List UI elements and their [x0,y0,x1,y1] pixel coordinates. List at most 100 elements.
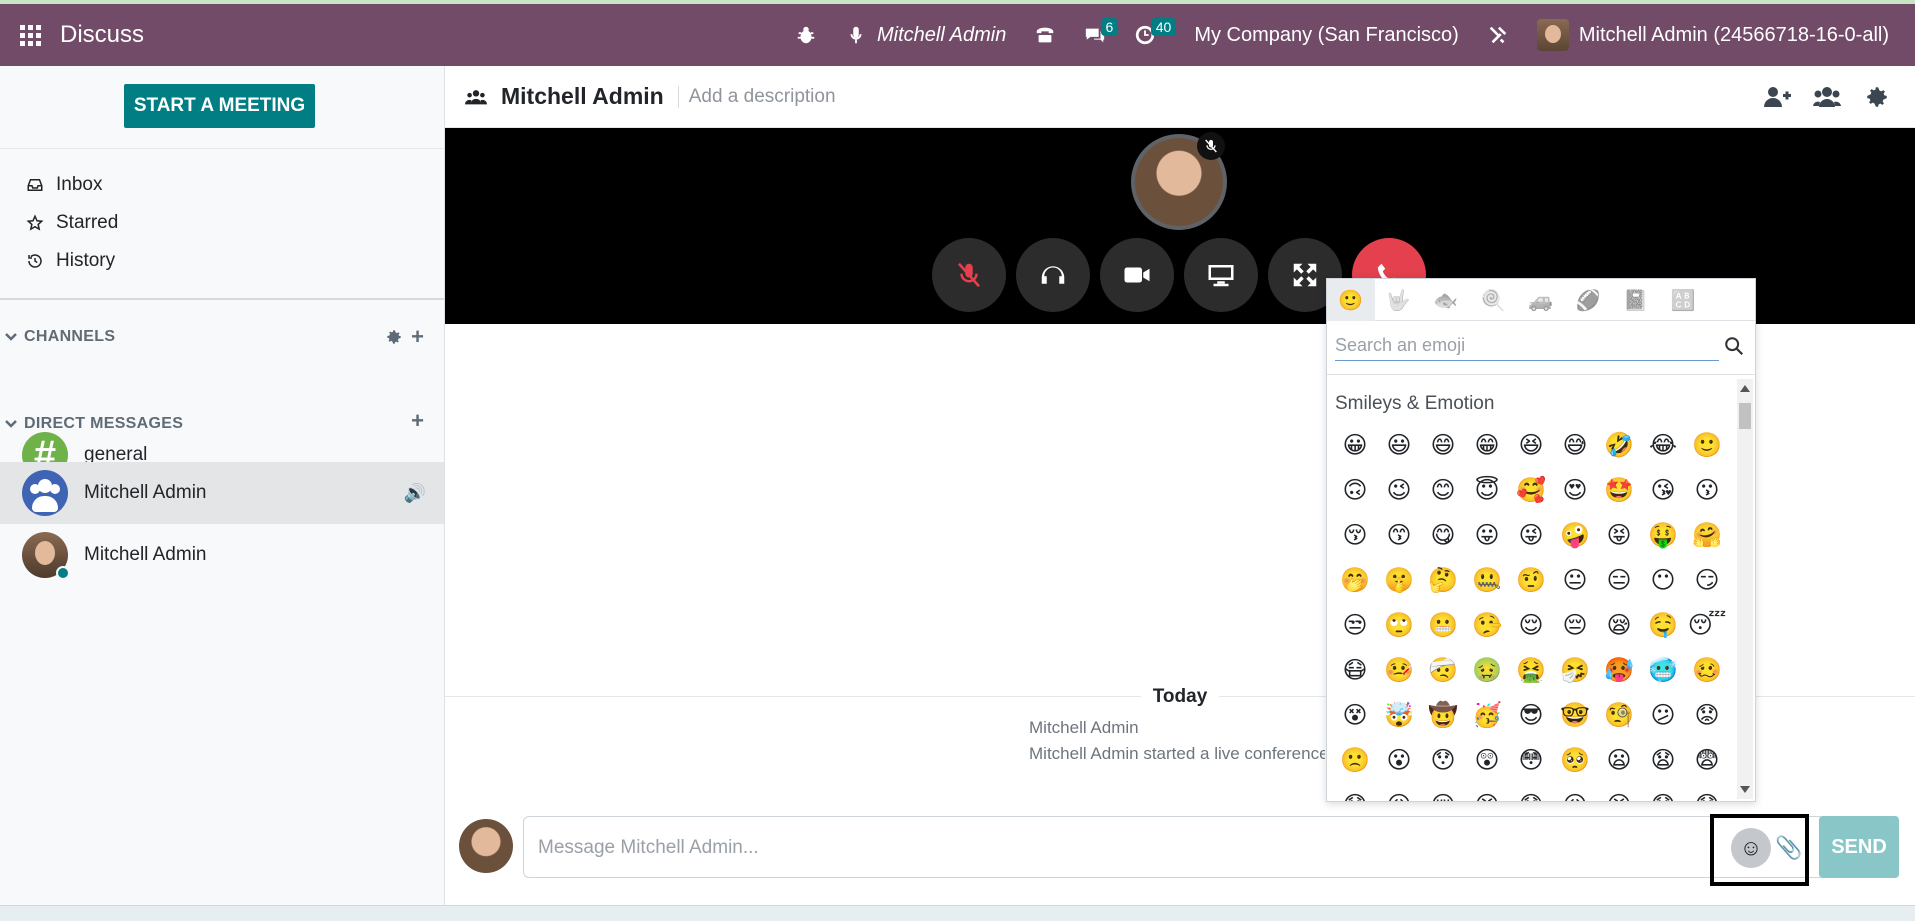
direct-messages-category[interactable]: DIRECT MESSAGES [4,415,183,433]
emoji-item[interactable]: 🥺 [1553,738,1597,782]
emoji-item[interactable]: 😢 [1421,783,1465,801]
emoji-item[interactable]: 😍 [1553,468,1597,512]
emoji-item[interactable]: 🤮 [1509,648,1553,692]
emoji-item[interactable]: 😓 [1685,783,1729,801]
emoji-item[interactable]: 🤒 [1377,648,1421,692]
emoji-item[interactable]: 😛 [1465,513,1509,557]
emoji-item[interactable]: 😆 [1509,423,1553,467]
emoji-item[interactable]: 😜 [1509,513,1553,557]
emoji-button[interactable]: ☺ [1731,828,1771,868]
add-channel-icon[interactable]: + [411,324,424,350]
emoji-item[interactable]: 😯 [1421,738,1465,782]
emoji-item[interactable]: 🤑 [1641,513,1685,557]
send-button[interactable]: SEND [1819,816,1899,878]
emoji-item[interactable]: 🤕 [1421,648,1465,692]
message-input[interactable] [538,833,1438,863]
emoji-item[interactable]: 😲 [1465,738,1509,782]
emoji-item[interactable]: 🙁 [1333,738,1377,782]
deafen-button[interactable] [1016,238,1090,312]
emoji-item[interactable]: 🤭 [1333,558,1377,602]
emoji-item[interactable]: 😣 [1597,783,1641,801]
emoji-item[interactable]: 🥳 [1465,693,1509,737]
phone-icon[interactable] [1020,4,1070,66]
settings-icon[interactable] [1863,84,1891,110]
emoji-item[interactable]: 😧 [1641,738,1685,782]
emoji-item[interactable]: 🙃 [1333,468,1377,512]
emoji-item[interactable]: 😕 [1641,693,1685,737]
emoji-item[interactable]: 😱 [1509,783,1553,801]
emoji-item[interactable]: 😞 [1641,783,1685,801]
emoji-item[interactable]: 🤗 [1685,513,1729,557]
emoji-item[interactable]: 😳 [1509,738,1553,782]
start-meeting-button[interactable]: START A MEETING [124,84,315,128]
emoji-item[interactable]: 🙂 [1685,423,1729,467]
emoji-item[interactable]: 😰 [1333,783,1377,801]
emoji-item[interactable]: 🤨 [1509,558,1553,602]
emoji-item[interactable]: 🤔 [1421,558,1465,602]
camera-button[interactable] [1100,238,1174,312]
emoji-item[interactable]: 😊 [1421,468,1465,512]
emoji-category-tab[interactable]: 📓 [1612,279,1660,321]
emoji-item[interactable]: 🙄 [1377,603,1421,647]
emoji-category-tab[interactable]: 🏈 [1565,279,1613,321]
emoji-item[interactable]: 🤪 [1553,513,1597,557]
emoji-item[interactable]: 🤠 [1421,693,1465,737]
emoji-item[interactable]: 😄 [1421,423,1465,467]
add-user-icon[interactable] [1763,84,1791,110]
gear-icon[interactable] [385,328,403,346]
emoji-category-tab[interactable]: 🙂 [1327,279,1375,321]
emoji-item[interactable]: 😮 [1377,738,1421,782]
mute-button[interactable] [932,238,1006,312]
emoji-item[interactable]: 😔 [1553,603,1597,647]
voice-call-indicator[interactable]: Mitchell Admin [831,4,1020,66]
emoji-item[interactable]: 😶 [1641,558,1685,602]
app-title[interactable]: Discuss [60,21,144,49]
emoji-item[interactable]: 😭 [1465,783,1509,801]
thread-name[interactable]: Mitchell Admin [501,83,664,110]
emoji-item[interactable]: 😗 [1685,468,1729,512]
scroll-thumb[interactable] [1739,403,1751,429]
emoji-item[interactable]: 🥵 [1597,648,1641,692]
emoji-item[interactable]: 🥶 [1641,648,1685,692]
emoji-item[interactable]: 🤯 [1377,693,1421,737]
emoji-item[interactable]: 🤢 [1465,648,1509,692]
attach-button[interactable]: 📎 [1775,834,1803,862]
emoji-item[interactable]: 😝 [1597,513,1641,557]
members-icon[interactable] [1813,84,1841,110]
emoji-item[interactable]: 😅 [1553,423,1597,467]
emoji-item[interactable]: 😏 [1685,558,1729,602]
emoji-scrollbar[interactable] [1737,379,1753,799]
emoji-item[interactable]: 🤤 [1641,603,1685,647]
emoji-item[interactable]: 😇 [1465,468,1509,512]
emoji-item[interactable]: 😉 [1377,468,1421,512]
emoji-item[interactable]: 😎 [1509,693,1553,737]
emoji-item[interactable]: 😦 [1597,738,1641,782]
emoji-item[interactable]: 😒 [1333,603,1377,647]
emoji-item[interactable]: 😂 [1641,423,1685,467]
emoji-item[interactable]: 😌 [1509,603,1553,647]
emoji-item[interactable]: 😵 [1333,693,1377,737]
emoji-item[interactable]: 🥰 [1509,468,1553,512]
screen-share-button[interactable] [1184,238,1258,312]
emoji-item[interactable]: 🤣 [1597,423,1641,467]
emoji-item[interactable]: 🤥 [1465,603,1509,647]
sidebar-item-starred[interactable]: Starred [26,212,118,234]
scroll-down-icon[interactable] [1740,786,1750,793]
emoji-item[interactable]: 😥 [1377,783,1421,801]
scroll-up-icon[interactable] [1740,385,1750,392]
company-switcher[interactable]: My Company (San Francisco) [1180,4,1473,66]
emoji-item[interactable]: 🤓 [1553,693,1597,737]
emoji-item[interactable]: 🥴 [1685,648,1729,692]
add-dm-icon[interactable]: + [411,408,424,434]
dm-mitchell-admin-active[interactable]: Mitchell Admin 🔊 [0,462,444,524]
emoji-item[interactable]: 😑 [1597,558,1641,602]
emoji-item[interactable]: 😋 [1421,513,1465,557]
sidebar-item-history[interactable]: History [26,250,115,272]
emoji-item[interactable]: 😙 [1377,513,1421,557]
channels-category[interactable]: CHANNELS [4,328,115,346]
emoji-item[interactable]: 😴 [1685,603,1729,647]
dm-mitchell-admin[interactable]: Mitchell Admin [0,524,444,586]
apps-grid-icon[interactable] [8,13,52,57]
emoji-item[interactable]: 🤧 [1553,648,1597,692]
emoji-category-tab[interactable]: 🍭 [1470,279,1518,321]
